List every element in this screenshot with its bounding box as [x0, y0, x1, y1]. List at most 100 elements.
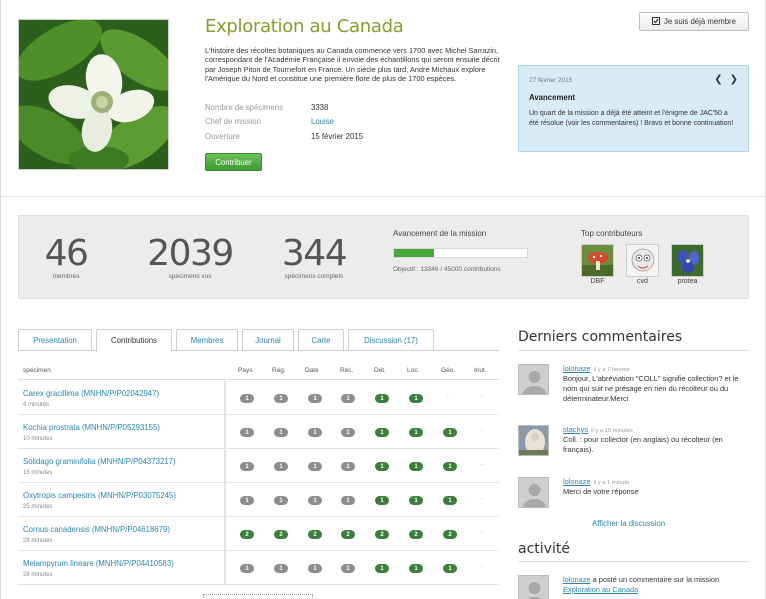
table-row: Carex gracillima (MNHN/P/P02042947) 4 min…	[18, 381, 499, 415]
tab-map[interactable]: Carte	[298, 329, 344, 351]
table-row: Solidago graminifolia (MNHN/P/P04373217)…	[18, 449, 499, 483]
show-discussion-link[interactable]: Afficher la discussion	[592, 519, 665, 528]
empty-cell: .	[481, 562, 483, 569]
count-badge: 1	[409, 462, 423, 471]
comment-text: Coll. : pour collector (en anglais) ou r…	[563, 435, 723, 454]
chevron-right-icon[interactable]: ❯	[730, 74, 738, 85]
count-badge: 1	[341, 428, 355, 437]
comment-time: il y a 1 minute	[593, 480, 630, 486]
meta-label: Nombre de spécimens	[205, 102, 284, 112]
already-member-button[interactable]: Je suis déjà membre	[639, 12, 749, 31]
progress-label: Avancement de la mission	[393, 229, 487, 238]
comment-user-link[interactable]: lolonaze	[563, 477, 591, 486]
table-row: Melampyrum lineare (MNHN/P/P04410583) 28 …	[18, 551, 499, 585]
check-square-icon	[652, 16, 661, 27]
avatar	[518, 575, 549, 599]
count-badge: 1	[308, 496, 322, 505]
contributor-cvd[interactable]: cvd	[626, 244, 659, 285]
activity-text: lolonaze a posté un commentaire sur la m…	[563, 575, 748, 595]
count-badge: 1	[443, 564, 457, 573]
count-badge: 1	[308, 462, 322, 471]
pagination[interactable]	[203, 594, 313, 599]
count-badge: 1	[274, 496, 288, 505]
tab-members[interactable]: Membres	[176, 329, 238, 351]
count-badge: 2	[443, 530, 457, 539]
stat-members: 46 membres	[41, 233, 91, 281]
column-divider	[224, 483, 226, 516]
column-divider	[224, 449, 226, 482]
top-contributors-label: Top contributeurs	[581, 229, 643, 238]
news-box: 27 février 2015 ❮ ❯ Avancement Un quart …	[518, 65, 749, 152]
column-divider	[224, 381, 226, 414]
top-contributors: Top contributeurs DBF cvd protea	[581, 229, 741, 285]
count-badge: 1	[409, 394, 423, 403]
activity-title: activité	[518, 541, 570, 557]
comments-title: Derniers commentaires	[518, 329, 683, 345]
col-date: Date	[305, 367, 319, 374]
stat-seen: 2039 spécimens vus	[145, 234, 235, 281]
count-badge: 1	[308, 564, 322, 573]
mission-title: Exploration au Canada	[205, 16, 404, 37]
row-time: 10 minutes	[23, 436, 53, 442]
empty-cell: .	[481, 528, 483, 535]
activity-item: lolonaze a posté un commentaire sur la m…	[518, 575, 749, 599]
col-specimen: spécimen	[23, 367, 51, 374]
tab-presentation[interactable]: Presentation	[18, 329, 92, 351]
tab-discussion[interactable]: Discussion (17)	[348, 329, 434, 351]
divider	[518, 561, 749, 562]
contributor-dbf[interactable]: DBF	[581, 244, 614, 285]
table-row: Kochia prostrata (MNHN/P/P05293155) 10 mi…	[18, 415, 499, 449]
count-badge: 2	[240, 530, 254, 539]
comment-user-link[interactable]: lolonaze	[563, 364, 591, 373]
meta-value: 3338	[311, 102, 329, 112]
col-geo: Géo.	[441, 367, 456, 374]
stat-value: 46	[44, 233, 89, 274]
news-body: Un quart de la mission a déjà été attein…	[529, 110, 734, 127]
meta-label: Chef de mission	[205, 117, 261, 127]
chevron-left-icon[interactable]: ❮	[714, 74, 722, 85]
mission-meta: Nombre de spécimens 3338 Chef de mission…	[205, 100, 505, 144]
comment-text: Merci de votre réponse	[563, 487, 639, 496]
column-divider	[224, 551, 226, 584]
comment-user-link[interactable]: stachys	[563, 425, 588, 434]
count-badge: 2	[308, 530, 322, 539]
activity-user-link[interactable]: lolonaze	[563, 575, 591, 584]
stats-panel: 46 membres 2039 spécimens vus 344 spécim…	[18, 215, 749, 299]
count-badge: 1	[443, 462, 457, 471]
specimen-link[interactable]: Solidago graminifolia (MNHN/P/P04373217)	[23, 457, 176, 466]
comment-text: Bonjour, L'abréviation "COLL" signifie c…	[563, 374, 739, 403]
meta-specimens: Nombre de spécimens 3338	[205, 100, 505, 115]
comment-meta: lolonaze il y a 1 minute	[563, 477, 629, 486]
activity-mission-link[interactable]: Exploration au Canada	[563, 585, 638, 594]
avatar	[626, 244, 659, 277]
row-time: 28 minutes	[23, 572, 53, 578]
leader-link[interactable]: Louise	[311, 117, 334, 126]
contributor-name: cvd	[637, 278, 648, 285]
tab-journal[interactable]: Journal	[242, 329, 294, 351]
count-badge: 1	[341, 462, 355, 471]
mission-image	[18, 19, 169, 170]
mission-progress: Avancement de la mission Objectif : 1334…	[393, 229, 543, 273]
specimen-link[interactable]: Cornus canadensis (MNHN/P/P04618679)	[23, 525, 170, 534]
row-time: 4 minutes	[23, 402, 50, 408]
count-badge: 1	[274, 564, 288, 573]
contributor-name: protea	[677, 278, 698, 285]
progress-bar	[393, 248, 528, 258]
specimen-link[interactable]: Melampyrum lineare (MNHN/P/P04410583)	[23, 559, 174, 568]
tab-contributions[interactable]: Contributions	[96, 329, 172, 352]
specimen-link[interactable]: Oxytropis campestris (MNHN/P/P03075245)	[23, 491, 176, 500]
stat-complete: 344 spécimens complets	[269, 234, 359, 281]
count-badge: 1	[409, 564, 423, 573]
count-badge: 1	[409, 428, 423, 437]
contribute-button[interactable]: Contribuer	[205, 153, 262, 171]
activity-description: a posté un commentaire sur la mission	[590, 575, 720, 584]
contributor-protea[interactable]: protea	[671, 244, 704, 285]
specimen-link[interactable]: Carex gracillima (MNHN/P/P02042947)	[23, 389, 159, 398]
empty-cell: .	[447, 392, 449, 399]
column-divider	[224, 517, 226, 550]
avatar	[518, 364, 549, 395]
empty-cell: .	[481, 494, 483, 501]
mission-description: L'histoire des récoltes botaniques au Ca…	[205, 46, 500, 84]
meta-value: 15 février 2015	[311, 131, 364, 141]
specimen-link[interactable]: Kochia prostrata (MNHN/P/P05293155)	[23, 423, 160, 432]
